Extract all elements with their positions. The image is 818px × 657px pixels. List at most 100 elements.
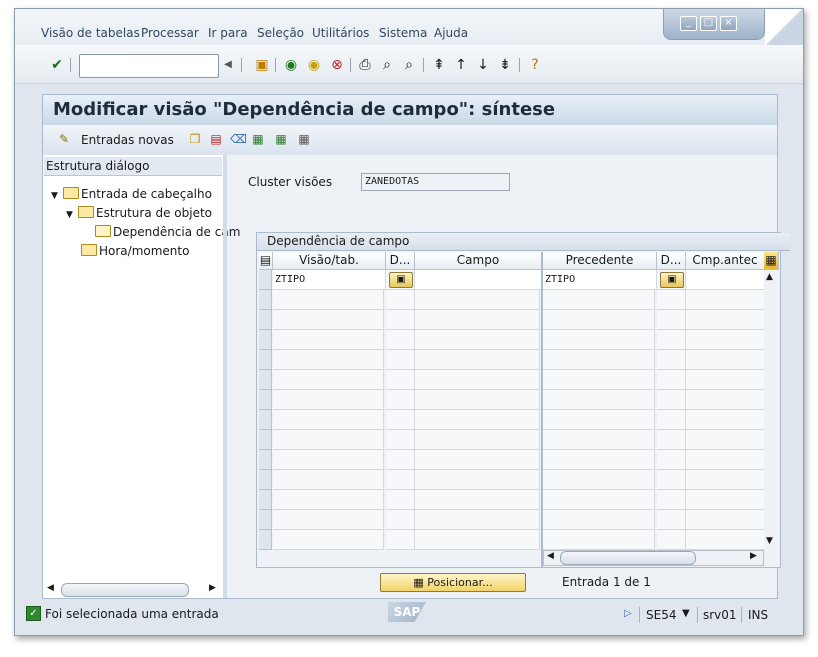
table-cell [657, 510, 686, 530]
undo-change-icon[interactable]: ⌫ [230, 132, 247, 146]
row-selector[interactable] [259, 530, 272, 550]
first-page-icon[interactable]: ⇞ [431, 57, 447, 73]
nav-horizontal-scrollbar[interactable]: ◀ ▶ [47, 583, 219, 597]
next-page-icon[interactable]: ↓ [475, 57, 491, 73]
details-icon[interactable]: ▣ [389, 272, 413, 288]
row-selector[interactable] [259, 470, 272, 490]
column-header-visao-tab[interactable]: Visão/tab. [273, 252, 386, 270]
cell-cmp-antec[interactable] [686, 270, 767, 290]
status-dropdown-icon[interactable]: ▼ [682, 608, 690, 619]
scroll-down-icon[interactable]: ▼ [766, 536, 773, 546]
tree-item-label: Estrutura de objeto [96, 206, 213, 220]
cell-visao-tab[interactable]: ZTIPO [273, 270, 386, 290]
menu-item-visao-de-tabelas[interactable]: Visão de tabelas [41, 26, 140, 40]
row-selector[interactable] [259, 450, 272, 470]
expand-triangle-icon[interactable]: ▼ [66, 210, 78, 220]
find-icon[interactable]: ⌕ [379, 57, 395, 73]
select-all-icon[interactable]: ▦ [251, 132, 265, 146]
command-field[interactable] [79, 54, 219, 78]
row-selector[interactable] [259, 510, 272, 530]
last-page-icon[interactable]: ⇟ [497, 57, 513, 73]
expand-triangle-icon[interactable]: ▼ [51, 191, 63, 201]
table-cell [386, 330, 415, 350]
row-selector[interactable] [259, 350, 272, 370]
command-history-icon[interactable]: ◀ [220, 57, 236, 73]
new-entries-button[interactable]: Entradas novas [81, 133, 174, 147]
table-cell [386, 390, 415, 410]
close-icon[interactable]: × [720, 16, 737, 31]
menu-item-selecao[interactable]: Seleção [257, 26, 304, 40]
position-button[interactable]: ▦ Posicionar... [380, 573, 526, 592]
back-icon[interactable]: ◉ [283, 57, 299, 73]
row-selector[interactable] [259, 390, 272, 410]
column-config-icon[interactable]: ▦ [764, 252, 779, 270]
table-cell [657, 350, 686, 370]
prev-page-icon[interactable]: ↑ [453, 57, 469, 73]
table-cell [657, 450, 686, 470]
scroll-right-icon[interactable]: ▶ [750, 551, 757, 561]
cancel-icon[interactable]: ⊗ [329, 57, 345, 73]
table-cell [657, 310, 686, 330]
table-horizontal-scrollbar[interactable]: ◀ ▶ [543, 550, 764, 566]
minimize-icon[interactable]: _ [680, 16, 697, 31]
entry-count: Entrada 1 de 1 [562, 575, 651, 589]
table-vertical-scrollbar[interactable]: ▲ ▼ [764, 270, 778, 550]
table-cell [273, 390, 384, 410]
enter-icon[interactable]: ✔ [49, 57, 65, 73]
copy-as-icon[interactable]: ❐ [188, 132, 202, 146]
row-selector[interactable] [259, 490, 272, 510]
column-header-precedente[interactable]: Precedente [543, 252, 657, 270]
menu-item-sistema[interactable]: Sistema [379, 26, 427, 40]
table-cell [686, 310, 765, 330]
row-selector[interactable] [259, 330, 272, 350]
table-cell [386, 450, 415, 470]
help-icon[interactable]: ? [527, 57, 543, 73]
row-selector[interactable] [259, 310, 272, 330]
status-separator [697, 607, 698, 623]
save-icon[interactable]: ▣ [254, 57, 270, 73]
scroll-thumb[interactable] [61, 583, 189, 597]
cell-campo[interactable] [415, 270, 542, 290]
row-selector[interactable] [259, 290, 272, 310]
column-header-cmp-antec[interactable]: Cmp.antec [686, 252, 765, 270]
table-settings-icon[interactable]: ▤ [259, 252, 273, 270]
tree-item-entrada-de-cabecalho[interactable]: ▼ Entrada de cabeçalho [51, 187, 212, 201]
column-header-d[interactable]: D... [657, 252, 686, 270]
details-icon[interactable]: ▣ [660, 272, 684, 288]
row-selector[interactable] [259, 270, 272, 290]
menu-item-ajuda[interactable]: Ajuda [434, 26, 468, 40]
scroll-right-icon[interactable]: ▶ [209, 583, 216, 593]
new-entries-icon[interactable]: ✎ [57, 132, 71, 146]
menu-item-utilitarios[interactable]: Utilitários [312, 26, 369, 40]
row-selector[interactable] [259, 410, 272, 430]
toolbar-separator [423, 58, 424, 72]
scroll-thumb[interactable] [560, 551, 696, 565]
maximize-icon[interactable]: □ [700, 16, 717, 31]
deselect-all-icon[interactable]: ▦ [297, 132, 311, 146]
tree-item-dependencia-de-campo[interactable]: Dependência de cam [95, 225, 240, 239]
menu-item-ir-para[interactable]: Ir para [208, 26, 248, 40]
column-header-campo[interactable]: Campo [415, 252, 542, 270]
menu-item-processar[interactable]: Processar [141, 26, 199, 40]
panel-splitter[interactable] [223, 155, 227, 598]
print-icon[interactable]: ⎙ [357, 57, 373, 73]
status-toggle-icon[interactable]: ▷ [624, 608, 632, 619]
scroll-up-icon[interactable]: ▲ [766, 272, 773, 282]
table-cell [686, 350, 765, 370]
delete-icon[interactable]: ▤ [209, 132, 223, 146]
row-selector[interactable] [259, 430, 272, 450]
row-selector[interactable] [259, 370, 272, 390]
exit-icon[interactable]: ◉ [306, 57, 322, 73]
cell-precedente[interactable]: ZTIPO [543, 270, 657, 290]
scroll-left-icon[interactable]: ◀ [547, 551, 554, 561]
table-cell [686, 510, 765, 530]
window-controls: _ □ × [663, 9, 765, 40]
tree-item-hora-momento[interactable]: Hora/momento [81, 244, 189, 258]
tree-item-estrutura-de-objeto[interactable]: ▼ Estrutura de objeto [66, 206, 212, 220]
select-block-icon[interactable]: ▦ [274, 132, 288, 146]
scroll-left-icon[interactable]: ◀ [47, 583, 54, 593]
find-next-icon[interactable]: ⌕ [401, 57, 417, 73]
column-header-d[interactable]: D... [386, 252, 415, 270]
status-transaction: SE54 [646, 608, 677, 622]
table-cell [686, 530, 765, 550]
